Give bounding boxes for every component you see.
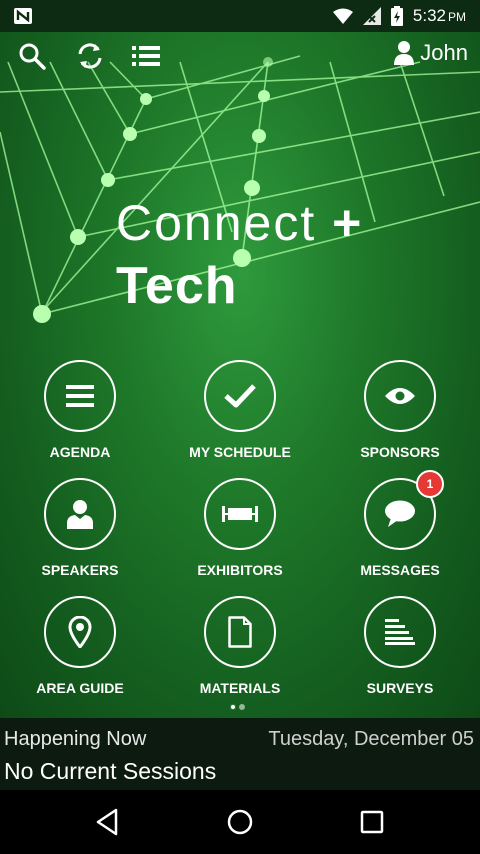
exhibitors-circle [204,478,276,550]
tile-messages[interactable]: 1 MESSAGES [320,470,480,594]
banner-icon [222,506,258,522]
chat-bubble-icon [385,500,415,527]
logo-connect: Connect [116,195,317,251]
tile-label: SURVEYS [366,680,434,696]
tile-my-schedule[interactable]: MY SCHEDULE [160,358,320,476]
signal-icon [362,7,381,25]
tile-materials[interactable]: MATERIALS [160,594,320,712]
page-dot-1[interactable] [230,704,236,710]
happening-now-panel[interactable]: Happening Now Tuesday, December 05 No Cu… [0,718,480,790]
user-profile-button[interactable]: John [394,40,468,66]
tile-area-guide[interactable]: AREA GUIDE [0,594,160,712]
tile-label: SPONSORS [360,444,440,460]
back-icon[interactable] [92,806,124,838]
user-name: John [420,40,468,65]
list-lines-icon [66,385,94,407]
user-icon [394,41,415,65]
tile-label: MESSAGES [360,562,440,578]
tile-exhibitors[interactable]: EXHIBITORS [160,476,320,594]
tile-surveys[interactable]: SURVEYS [320,594,480,712]
top-toolbar: John [0,32,480,80]
survey-lines-icon [385,619,415,645]
messages-badge: 1 [416,470,444,498]
logo-tech: Tech [116,257,238,315]
menu-list-icon[interactable] [132,42,160,70]
tile-label: MY SCHEDULE [189,444,291,460]
tile-speakers[interactable]: SPEAKERS [0,476,160,594]
search-icon[interactable] [18,42,46,70]
document-icon [228,616,252,648]
happening-now-date: Tuesday, December 05 [268,728,474,750]
tile-label: AREA GUIDE [36,680,124,696]
page-dot-2[interactable] [239,704,245,710]
system-navigation-bar [0,790,480,854]
tile-label: MATERIALS [199,680,281,696]
person-icon [67,500,93,529]
happening-now-title: Happening Now [4,728,147,750]
checkmark-icon [224,384,256,408]
eye-icon [385,388,415,404]
materials-circle [204,596,276,668]
tile-label: EXHIBITORS [197,562,283,578]
notification-n-icon [14,8,32,24]
home-dashboard: John Connect + Tech AGENDA MY SCHEDULE S… [0,32,480,718]
tile-agenda[interactable]: AGENDA [0,358,160,476]
speakers-circle [44,478,116,550]
status-bar: 5:32 PM [0,0,480,32]
surveys-circle [364,596,436,668]
page-indicator [230,704,245,710]
current-sessions-text: No Current Sessions [4,758,217,784]
recents-icon[interactable] [356,806,388,838]
wifi-icon [332,8,353,24]
area-guide-circle [44,596,116,668]
app-logo: Connect + Tech [116,194,363,316]
logo-plus: + [332,195,364,251]
sponsors-circle [364,360,436,432]
tile-label: SPEAKERS [41,562,119,578]
status-time: 5:32 PM [412,6,466,25]
home-icon[interactable] [224,806,256,838]
agenda-circle [44,360,116,432]
refresh-icon[interactable] [76,42,104,70]
tile-label: AGENDA [49,444,111,460]
tile-sponsors[interactable]: SPONSORS [320,358,480,476]
battery-icon [390,6,403,26]
schedule-circle [204,360,276,432]
map-pin-icon [68,616,92,648]
